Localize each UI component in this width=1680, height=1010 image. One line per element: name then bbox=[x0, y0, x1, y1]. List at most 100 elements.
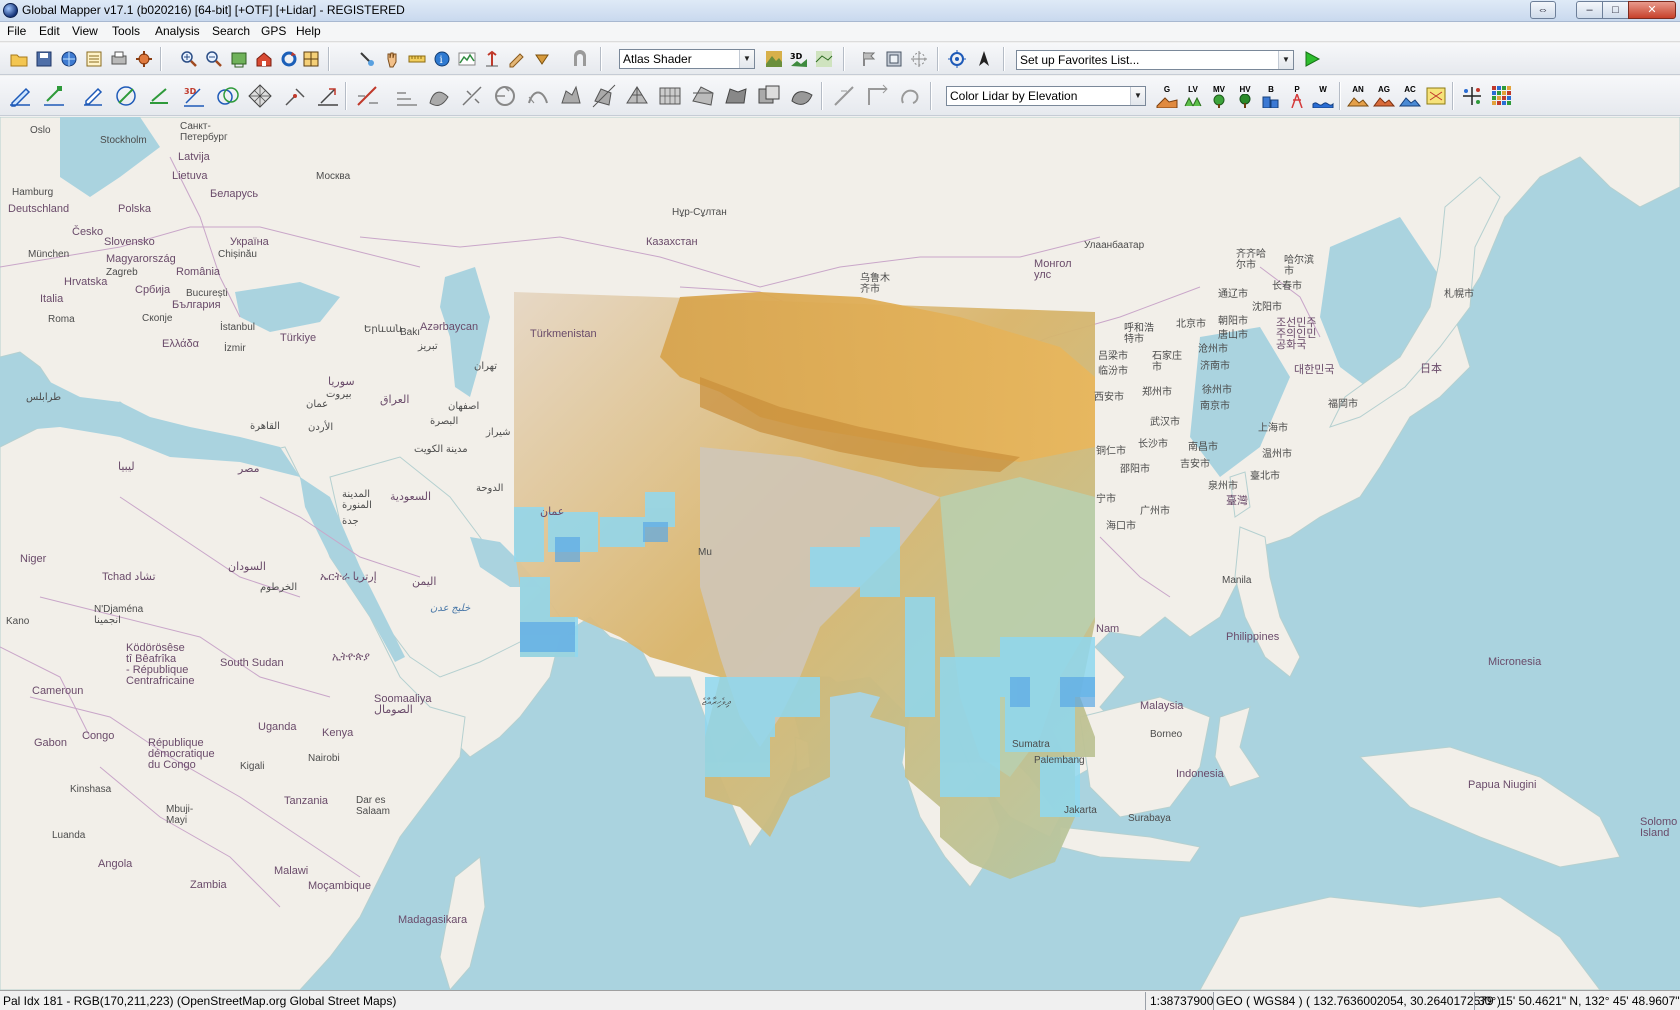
difference-areas-icon[interactable] bbox=[755, 81, 783, 111]
label-palembang: Palembang bbox=[1034, 755, 1085, 766]
path-profile-icon[interactable] bbox=[456, 48, 478, 70]
grid-display-icon[interactable] bbox=[908, 48, 930, 70]
globe-app-icon[interactable] bbox=[3, 3, 18, 18]
union-areas-icon[interactable] bbox=[722, 81, 750, 111]
auto-classify-ground-button[interactable]: AG bbox=[1370, 81, 1398, 111]
gps-target-icon[interactable] bbox=[946, 48, 968, 70]
north-arrow-icon[interactable] bbox=[973, 48, 995, 70]
auto-classify-buildings-button[interactable]: AC bbox=[1396, 81, 1424, 111]
home-icon[interactable] bbox=[253, 48, 275, 70]
play-icon[interactable] bbox=[1301, 48, 1323, 70]
globe-icon[interactable] bbox=[58, 48, 80, 70]
main-toolbar: i Atlas Shader ▼ 3D Set up Favorites Lis… bbox=[0, 43, 1680, 75]
create-ring-icon[interactable] bbox=[214, 81, 242, 111]
zoom-out-icon[interactable] bbox=[203, 48, 225, 70]
label-bulgaria: България bbox=[172, 299, 221, 311]
view-shed-icon[interactable] bbox=[481, 48, 503, 70]
measure-tool-icon[interactable] bbox=[406, 48, 428, 70]
flag-icon[interactable] bbox=[858, 48, 880, 70]
menu-tools[interactable]: Tools bbox=[112, 24, 140, 38]
menu-view[interactable]: View bbox=[72, 24, 98, 38]
create-line-icon[interactable] bbox=[146, 81, 174, 111]
overlay-control-icon[interactable] bbox=[83, 48, 105, 70]
break-line-icon[interactable] bbox=[830, 81, 858, 111]
reshape-tool-icon[interactable] bbox=[524, 81, 552, 111]
chevron-down-icon[interactable]: ▼ bbox=[1278, 51, 1293, 69]
buffer-tool-icon[interactable] bbox=[425, 81, 453, 111]
minimize-button[interactable]: – bbox=[1576, 1, 1603, 19]
join-line-icon[interactable] bbox=[314, 81, 342, 111]
split-area-icon[interactable] bbox=[689, 81, 717, 111]
3d-view-icon[interactable]: 3D bbox=[788, 48, 810, 70]
lidar-points-icon[interactable] bbox=[1458, 81, 1486, 111]
class-high-vegetation-button[interactable]: HV bbox=[1231, 81, 1259, 111]
lidar-grid-icon[interactable] bbox=[1488, 81, 1516, 111]
label-luanda: Luanda bbox=[52, 830, 86, 841]
zoom-in-icon[interactable] bbox=[178, 48, 200, 70]
config-icon[interactable] bbox=[133, 48, 155, 70]
lidar-filter-icon[interactable] bbox=[1422, 81, 1450, 111]
3d-path-icon[interactable] bbox=[531, 48, 553, 70]
create-3d-point-icon[interactable]: 3D bbox=[180, 81, 208, 111]
status-dms-coordinates: 30° 15' 50.4621" N, 132° 45' 48.9607" E bbox=[1478, 994, 1680, 1008]
label-korea-s: 대한민국 bbox=[1294, 363, 1334, 376]
class-powerline-button[interactable]: P bbox=[1283, 81, 1311, 111]
menu-search[interactable]: Search bbox=[212, 24, 250, 38]
grid-area-icon[interactable] bbox=[656, 81, 684, 111]
split-line-icon[interactable] bbox=[281, 81, 309, 111]
class-water-button[interactable]: W bbox=[1309, 81, 1337, 111]
map-view[interactable]: Oslo Stockholm Санкт-Петербург Latvija L… bbox=[0, 117, 1680, 990]
chevron-down-icon[interactable]: ▼ bbox=[739, 50, 754, 68]
label-lietuva: Lietuva bbox=[172, 170, 208, 182]
intersect-areas-icon[interactable] bbox=[788, 81, 816, 111]
create-area-icon[interactable] bbox=[79, 81, 107, 111]
refresh-icon[interactable] bbox=[278, 48, 300, 70]
lidar-color-select[interactable]: Color Lidar by Elevation ▼ bbox=[946, 86, 1146, 106]
zoom-to-screen-icon[interactable] bbox=[228, 48, 250, 70]
undo-shape-icon[interactable] bbox=[896, 81, 924, 111]
edit-feature-icon[interactable] bbox=[6, 81, 34, 111]
edit-vertex-icon[interactable] bbox=[40, 81, 68, 111]
label-tchad: Tchad تشاد bbox=[102, 571, 156, 583]
hill-shading-icon[interactable] bbox=[763, 48, 785, 70]
label-gulfaden: خليج عدن bbox=[430, 603, 471, 614]
menu-gps[interactable]: GPS bbox=[261, 24, 286, 38]
pan-hand-icon[interactable] bbox=[381, 48, 403, 70]
shader-select[interactable]: Atlas Shader ▼ bbox=[619, 49, 755, 69]
menu-edit[interactable]: Edit bbox=[39, 24, 60, 38]
shortcut-tool-icon[interactable] bbox=[569, 48, 591, 70]
rotate-tool-icon[interactable] bbox=[491, 81, 519, 111]
class-medium-vegetation-button[interactable]: MV bbox=[1205, 81, 1233, 111]
restore-arrows-button[interactable]: ⇔ bbox=[1530, 1, 1556, 19]
smooth-area-icon[interactable] bbox=[557, 81, 585, 111]
class-low-vegetation-button[interactable]: LV bbox=[1179, 81, 1207, 111]
save-icon[interactable] bbox=[33, 48, 55, 70]
close-button[interactable]: ✕ bbox=[1628, 1, 1676, 19]
measure-line-icon[interactable] bbox=[354, 81, 382, 111]
menu-analysis[interactable]: Analysis bbox=[155, 24, 200, 38]
contour-shader-icon[interactable] bbox=[813, 48, 835, 70]
print-icon[interactable] bbox=[108, 48, 130, 70]
map-layout-icon[interactable] bbox=[300, 48, 322, 70]
open-folder-icon[interactable] bbox=[8, 48, 30, 70]
crop-area-icon[interactable] bbox=[590, 81, 618, 111]
create-grid-icon[interactable] bbox=[246, 81, 274, 111]
class-building-button[interactable]: B bbox=[1257, 81, 1285, 111]
cut-tool-icon[interactable] bbox=[458, 81, 486, 111]
chevron-down-icon[interactable]: ▼ bbox=[1130, 87, 1145, 105]
menu-file[interactable]: File bbox=[7, 24, 26, 38]
class-ground-button[interactable]: G bbox=[1153, 81, 1181, 111]
layer-transparency-icon[interactable] bbox=[883, 48, 905, 70]
digitizer-tool-icon[interactable] bbox=[356, 48, 378, 70]
flip-line-icon[interactable] bbox=[864, 81, 892, 111]
image-swipe-icon[interactable] bbox=[506, 48, 528, 70]
maximize-button[interactable]: □ bbox=[1602, 1, 1629, 19]
menu-help[interactable]: Help bbox=[296, 24, 321, 38]
triangulate-icon[interactable] bbox=[623, 81, 651, 111]
create-circle-icon[interactable] bbox=[112, 81, 140, 111]
area-from-lines-icon[interactable] bbox=[393, 81, 421, 111]
favorites-select[interactable]: Set up Favorites List... ▼ bbox=[1016, 50, 1294, 70]
label-fukuoka: 福岡市 bbox=[1328, 397, 1358, 410]
auto-classify-noise-button[interactable]: AN bbox=[1344, 81, 1372, 111]
feature-info-icon[interactable]: i bbox=[431, 48, 453, 70]
